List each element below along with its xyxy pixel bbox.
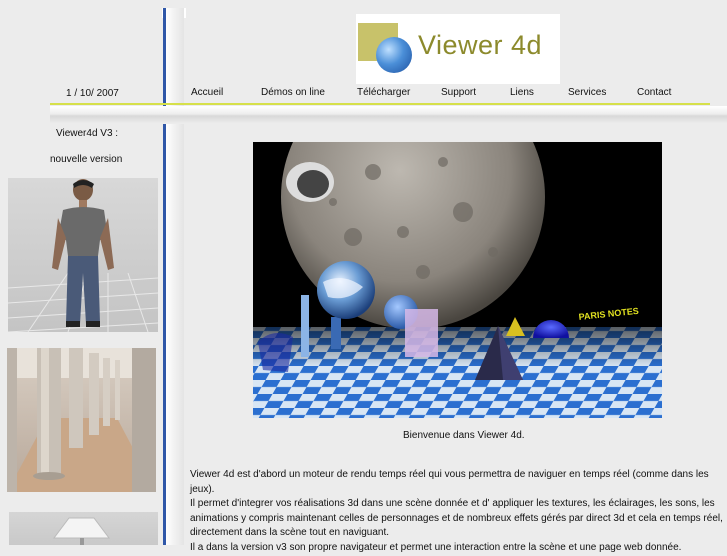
nav-item-services[interactable]: Services bbox=[568, 87, 606, 98]
viewer-scene-image[interactable]: PARIS NOTES bbox=[253, 142, 662, 418]
sidebar-subtitle: nouvelle version bbox=[50, 154, 123, 165]
header-divider-line bbox=[50, 103, 710, 105]
thumbnail-columns[interactable] bbox=[7, 348, 156, 492]
nav-item-support[interactable]: Support bbox=[441, 87, 476, 98]
sidebar-title: Viewer4d V3 : bbox=[56, 128, 119, 139]
thumbnail-character[interactable] bbox=[8, 178, 158, 332]
intro-paragraph: Il permet d'integrer vos réalisations 3d… bbox=[190, 498, 723, 539]
intro-paragraph: Il a dans la version v3 son propre navig… bbox=[190, 541, 682, 553]
nav-item-accueil[interactable]: Accueil bbox=[191, 87, 223, 98]
intro-paragraph: Viewer 4d est d'abord un moteur de rendu… bbox=[190, 469, 709, 495]
logo-text: Viewer 4d bbox=[418, 30, 543, 60]
nav-item-telecharger[interactable]: Télécharger bbox=[357, 87, 410, 98]
nav-item-contact[interactable]: Contact bbox=[637, 87, 671, 98]
nav-item-demos[interactable]: Démos on line bbox=[261, 87, 325, 98]
vertical-separator-shadow bbox=[166, 8, 184, 545]
page-date: 1 / 10/ 2007 bbox=[66, 88, 119, 99]
nav-item-liens[interactable]: Liens bbox=[510, 87, 534, 98]
thumbnail-lamp[interactable] bbox=[9, 512, 158, 545]
logo-globe-icon bbox=[376, 37, 412, 73]
intro-text: Viewer 4d est d'abord un moteur de rendu… bbox=[190, 468, 724, 556]
scene-caption: Bienvenue dans Viewer 4d. bbox=[403, 430, 525, 441]
vertical-separator-line bbox=[163, 8, 166, 545]
header-divider-shadow bbox=[50, 106, 727, 124]
